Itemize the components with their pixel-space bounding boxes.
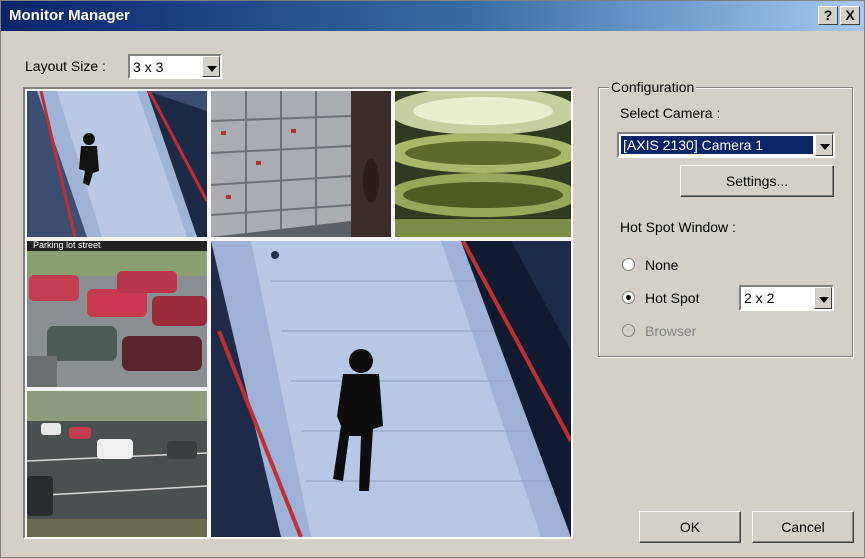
none-radio-label[interactable]: None	[645, 257, 678, 273]
close-button[interactable]: X	[840, 6, 860, 25]
layout-size-dropdown[interactable]: 3 x 3	[128, 54, 222, 79]
atrium-camera-view[interactable]	[395, 91, 571, 237]
browser-radio	[622, 324, 635, 337]
help-button[interactable]: ?	[818, 6, 838, 25]
parking-lot-camera-1-view[interactable]: Parking lot street	[27, 241, 207, 387]
chevron-down-icon[interactable]	[814, 287, 832, 309]
monitor-manager-window: Monitor Manager ? X Layout Size : 3 x 3	[0, 0, 865, 558]
layout-size-label: Layout Size :	[25, 58, 106, 74]
chevron-down-icon[interactable]	[202, 56, 220, 77]
parking-lot-camera-2-view[interactable]	[27, 391, 207, 537]
server-room-camera-view[interactable]	[211, 91, 391, 237]
window-title: Monitor Manager	[9, 7, 130, 24]
hot-spot-radio-label[interactable]: Hot Spot	[645, 290, 699, 306]
camera-overlay-text: Parking lot street	[33, 241, 101, 250]
none-radio[interactable]	[622, 258, 635, 271]
layout-size-value: 3 x 3	[133, 59, 164, 75]
chevron-down-icon[interactable]	[815, 134, 833, 156]
select-camera-dropdown[interactable]: [AXIS 2130] Camera 1	[617, 132, 835, 158]
cancel-button[interactable]: Cancel	[752, 511, 854, 543]
corridor-camera-view[interactable]	[27, 91, 207, 237]
ok-button[interactable]: OK	[639, 511, 741, 543]
camera-value: [AXIS 2130] Camera 1	[621, 136, 813, 154]
hot-spot-window-label: Hot Spot Window :	[620, 219, 736, 235]
hot-spot-size-dropdown[interactable]: 2 x 2	[739, 285, 834, 311]
title-bar[interactable]: Monitor Manager ? X	[1, 1, 864, 31]
corridor-camera-large-view[interactable]	[211, 241, 571, 537]
hot-spot-size-value: 2 x 2	[744, 290, 775, 306]
hot-spot-radio[interactable]	[622, 291, 635, 304]
select-camera-label: Select Camera :	[620, 105, 721, 121]
configuration-legend: Configuration	[609, 79, 697, 95]
monitor-preview: Parking lot street	[23, 87, 573, 539]
settings-button[interactable]: Settings...	[680, 165, 834, 197]
browser-radio-label: Browser	[645, 323, 697, 339]
